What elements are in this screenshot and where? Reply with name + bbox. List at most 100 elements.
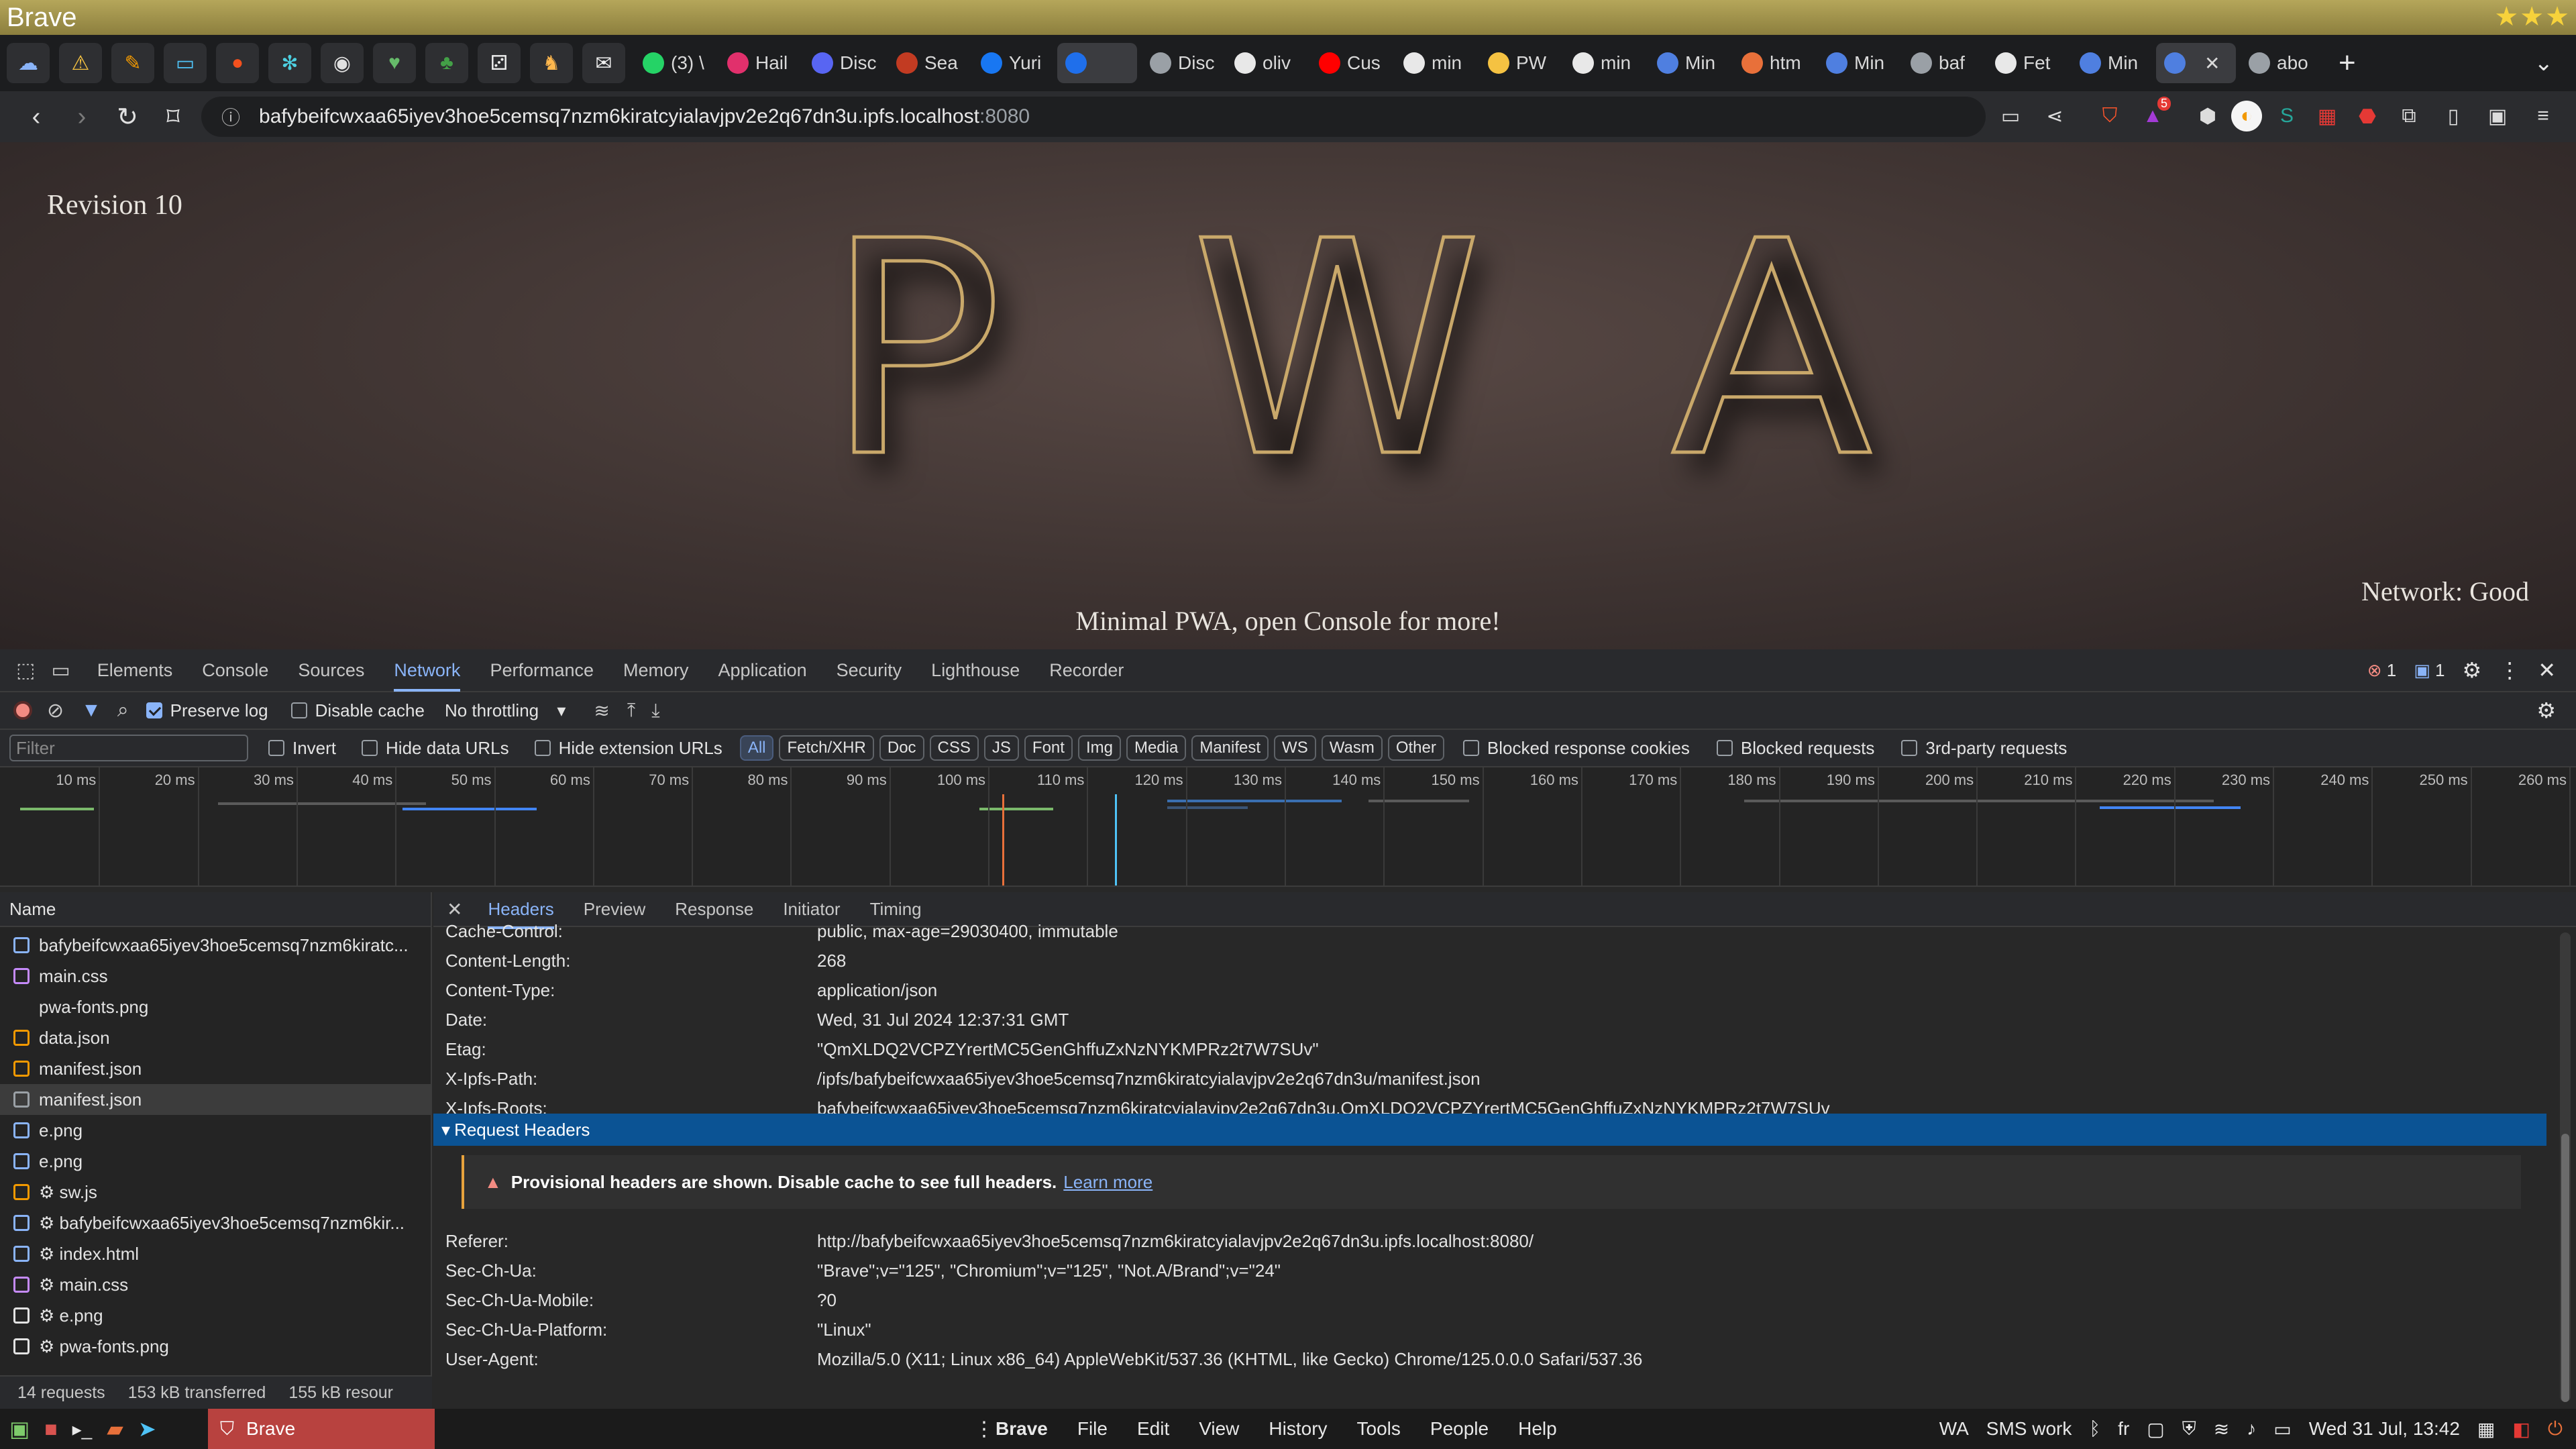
import-har-icon[interactable]: ⤒ — [627, 700, 635, 722]
record-icon[interactable] — [13, 701, 32, 720]
pinned-tab[interactable]: ♣ — [425, 43, 468, 83]
request-row[interactable]: bafybeifcwxaa65iyev3hoe5cemsq7nzm6kiratc… — [0, 930, 431, 961]
filter-type-button[interactable]: Fetch/XHR — [779, 735, 874, 761]
filter-funnel-icon[interactable]: ▼ — [81, 699, 101, 722]
filter-type-button[interactable]: Img — [1077, 735, 1121, 761]
network-settings-gear-icon[interactable]: ⚙ — [2536, 698, 2556, 723]
browser-tab[interactable]: Disc — [804, 43, 883, 83]
folder-icon[interactable]: ▰ — [107, 1416, 123, 1442]
tab-search-chevron-icon[interactable]: ⌄ — [2534, 50, 2554, 76]
devtools-tab-console[interactable]: Console — [202, 660, 268, 681]
device-toolbar-icon[interactable]: ▭ — [51, 659, 70, 682]
pinned-tab[interactable]: ♥ — [373, 43, 416, 83]
browser-tab[interactable]: Disc — [1142, 43, 1222, 83]
forward-button[interactable]: › — [60, 95, 103, 138]
learn-more-link[interactable]: Learn more — [1063, 1172, 1152, 1193]
blocked-cookies-checkbox[interactable] — [1462, 740, 1479, 756]
browser-tab[interactable]: Yuri — [973, 43, 1053, 83]
new-tab-button[interactable]: + — [2339, 46, 2356, 80]
pinned-tab[interactable]: ⚂ — [478, 43, 521, 83]
browser-tab[interactable]: Min — [2072, 43, 2151, 83]
name-column-header[interactable]: Name — [0, 892, 431, 927]
details-scrollbar[interactable] — [2560, 932, 2571, 1402]
volume-icon[interactable]: ♪ — [2247, 1418, 2256, 1440]
filter-type-button[interactable]: Wasm — [1321, 735, 1383, 761]
filter-type-button[interactable]: CSS — [929, 735, 979, 761]
inspect-element-icon[interactable]: ⬚ — [16, 659, 35, 682]
devtools-tab-network[interactable]: Network — [394, 660, 461, 692]
clock[interactable]: Wed 31 Jul, 13:42 — [2309, 1418, 2460, 1440]
filter-type-button[interactable]: Media — [1126, 735, 1187, 761]
clipboard-icon[interactable]: ▢ — [2147, 1418, 2164, 1440]
devtools-tab-performance[interactable]: Performance — [490, 660, 594, 681]
filter-type-button[interactable]: JS — [983, 735, 1019, 761]
request-row[interactable]: manifest.json — [0, 1084, 431, 1115]
settings-gear-icon[interactable]: ⚙ — [2463, 657, 2482, 683]
disable-cache-checkbox[interactable] — [290, 702, 307, 718]
request-row[interactable]: ⚙ pwa-fonts.png — [0, 1331, 431, 1362]
pinned-tab[interactable]: ⚠ — [59, 43, 102, 83]
shield-icon[interactable]: ⛨ — [2182, 1418, 2196, 1440]
sidebar-toggle-icon[interactable]: ▯ — [2438, 101, 2469, 131]
filter-type-button[interactable]: Font — [1024, 735, 1073, 761]
browser-tab[interactable]: oliv — [1226, 43, 1306, 83]
share-icon[interactable]: ⋖ — [2039, 101, 2070, 131]
browser-tab[interactable]: baf — [1902, 43, 1982, 83]
search-icon[interactable]: ⌕ — [117, 699, 129, 722]
pinned-tab[interactable]: ▭ — [164, 43, 207, 83]
pinned-tab[interactable]: ✻ — [268, 43, 311, 83]
pinned-tab[interactable]: ☁ — [7, 43, 50, 83]
browser-tab[interactable]: Min — [1649, 43, 1729, 83]
devtools-tab-recorder[interactable]: Recorder — [1049, 660, 1124, 681]
extension-icon[interactable]: ◐ — [2231, 101, 2262, 131]
hide-data-urls-checkbox[interactable] — [362, 740, 378, 756]
pinned-tab[interactable]: ♞ — [530, 43, 573, 83]
app-menu-dots-icon[interactable]: ⋮ — [974, 1417, 994, 1441]
filter-type-button[interactable]: Other — [1387, 735, 1444, 761]
menu-item-edit[interactable]: Edit — [1137, 1418, 1169, 1440]
error-counter[interactable]: ⊗ 1 — [2367, 660, 2397, 681]
extension-icon[interactable]: S — [2271, 101, 2302, 131]
close-tab-icon[interactable]: ✕ — [2204, 52, 2220, 74]
browser-tab[interactable]: abo — [2241, 43, 2320, 83]
back-button[interactable]: ‹ — [15, 95, 58, 138]
extension-cube-icon[interactable]: ⬢ — [2192, 101, 2223, 131]
browser-tab[interactable]: PW — [1480, 43, 1560, 83]
browser-tab[interactable] — [1057, 43, 1137, 83]
taskbar-brave-app[interactable]: ⛉ Brave — [208, 1409, 435, 1449]
export-har-icon[interactable]: ⤓ — [651, 700, 659, 722]
terminal-icon[interactable]: ▸_ — [72, 1418, 93, 1440]
menu-item-people[interactable]: People — [1430, 1418, 1489, 1440]
address-bar[interactable]: ⓘ bafybeifcwxaa65iyev3hoe5cemsq7nzm6kira… — [201, 97, 1986, 137]
browser-tab[interactable]: Fet — [1987, 43, 2067, 83]
menu-item-history[interactable]: History — [1269, 1418, 1327, 1440]
message-counter[interactable]: ▣ 1 — [2414, 660, 2445, 681]
menu-icon[interactable]: ≡ — [2528, 101, 2559, 131]
network-conditions-wifi-icon[interactable]: ≋ — [594, 700, 609, 722]
devtools-tab-sources[interactable]: Sources — [298, 660, 364, 681]
pinned-tab[interactable]: ✎ — [111, 43, 154, 83]
hide-extension-urls-checkbox[interactable] — [534, 740, 551, 756]
request-row[interactable]: data.json — [0, 1022, 431, 1053]
bluetooth-icon[interactable]: ᛒ — [2089, 1418, 2100, 1440]
throttling-select[interactable]: No throttling ▾ — [445, 700, 566, 721]
tray-wa[interactable]: WA — [1939, 1418, 1969, 1440]
reload-button[interactable]: ↻ — [106, 95, 149, 138]
calendar-icon[interactable]: ▦ — [2477, 1418, 2495, 1440]
browser-tab[interactable]: Sea — [888, 43, 968, 83]
power-icon[interactable]: ⏻ — [2548, 1418, 2563, 1440]
network-overview-timeline[interactable]: 10 ms 20 ms 30 ms 40 ms 50 ms 60 ms 70 ms 80 ms… — [0, 767, 2576, 887]
devtools-tab-memory[interactable]: Memory — [623, 660, 689, 681]
invert-checkbox[interactable] — [268, 740, 284, 756]
browser-tab[interactable]: Hail — [719, 43, 799, 83]
request-row[interactable]: ⚙ sw.js — [0, 1177, 431, 1208]
tray-sms[interactable]: SMS work — [1986, 1418, 2072, 1440]
menu-item-brave[interactable]: Brave — [996, 1418, 1048, 1440]
more-options-icon[interactable]: ⋮ — [2499, 657, 2520, 683]
filter-type-button[interactable]: Manifest — [1191, 735, 1269, 761]
wifi-icon[interactable]: ≋ — [2214, 1418, 2229, 1440]
preserve-log-checkbox[interactable] — [146, 702, 162, 718]
filter-input[interactable]: Filter — [9, 735, 248, 761]
devtools-tab-security[interactable]: Security — [837, 660, 902, 681]
request-row[interactable]: e.png — [0, 1115, 431, 1146]
